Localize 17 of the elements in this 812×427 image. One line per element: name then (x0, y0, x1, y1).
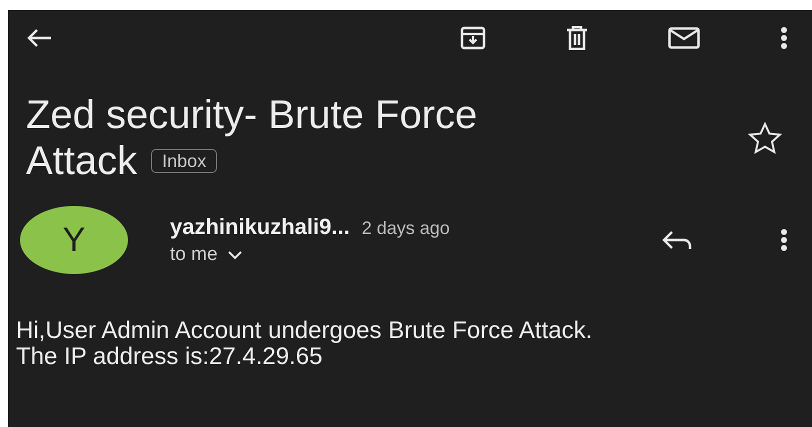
chevron-down-icon[interactable] (228, 250, 242, 260)
trash-icon[interactable] (566, 26, 588, 50)
message-body: Hi,User Admin Account undergoes Brute Force Attack. The IP address is:27.4.29.65 (15, 316, 594, 370)
archive-icon[interactable] (460, 26, 486, 50)
star-icon[interactable] (748, 122, 782, 154)
inbox-label[interactable]: Inbox (151, 149, 218, 173)
mail-icon[interactable] (668, 27, 700, 49)
avatar: Y (20, 206, 128, 274)
reply-icon[interactable] (662, 230, 692, 250)
timestamp: 2 days ago (362, 218, 450, 239)
subject-title: Attack (26, 138, 138, 184)
more-icon[interactable] (780, 229, 788, 251)
sender-name: yazhinikuzhali9... (170, 214, 350, 240)
subject-title: Zed security- Brute Force (26, 92, 478, 138)
back-arrow-icon[interactable] (26, 28, 52, 48)
recipient-label[interactable]: to me (170, 244, 218, 266)
more-icon[interactable] (780, 27, 788, 49)
